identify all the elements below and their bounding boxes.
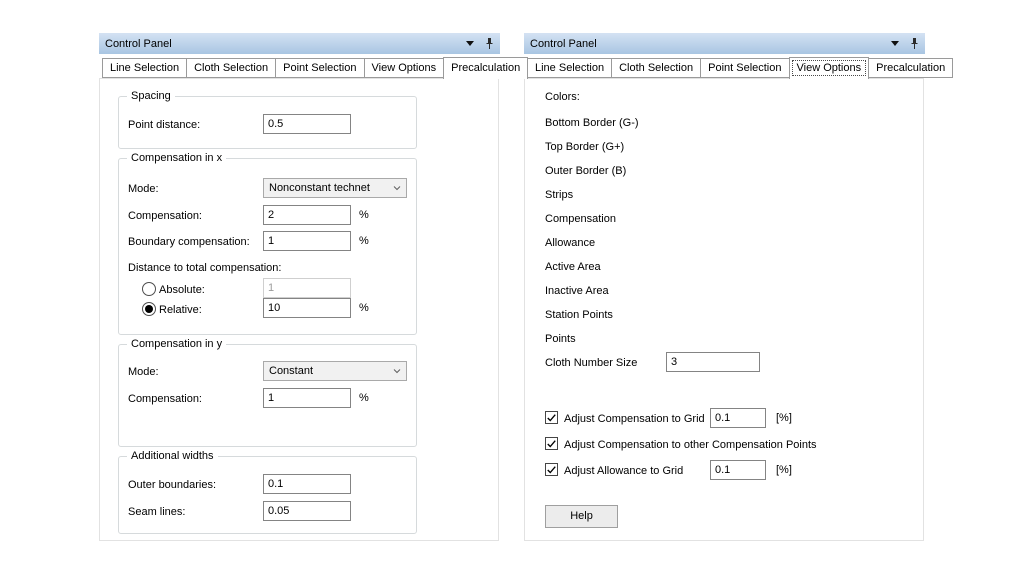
adjust-compensation-to-grid-label: Adjust Compensation to Grid	[564, 412, 705, 426]
panel-title: Control Panel	[105, 38, 466, 50]
adjust-compensation-to-other-points-checkbox[interactable]	[545, 437, 558, 450]
colors-heading: Colors:	[545, 90, 580, 104]
seam-lines-label: Seam lines:	[128, 505, 185, 519]
percent-bracket-unit: [%]	[776, 412, 792, 424]
pin-icon[interactable]	[910, 37, 919, 50]
percent-unit: %	[359, 235, 369, 247]
color-label: Top Border (G+)	[545, 140, 624, 154]
check-icon	[546, 465, 557, 475]
tab-point-selection[interactable]: Point Selection	[275, 58, 364, 78]
check-icon	[546, 439, 557, 449]
color-label: Outer Border (B)	[545, 164, 626, 178]
color-label: Station Points	[545, 308, 613, 322]
adjust-allowance-to-grid-checkbox[interactable]	[545, 463, 558, 476]
cloth-number-size-input[interactable]	[666, 352, 760, 372]
percent-unit: %	[359, 302, 369, 314]
color-label: Compensation	[545, 212, 616, 226]
absolute-label: Absolute:	[159, 283, 205, 297]
adjust-compensation-to-other-points-label: Adjust Compensation to other Compensatio…	[564, 438, 817, 452]
tab-strip: Line Selection Cloth Selection Point Sel…	[527, 56, 952, 78]
tab-view-options[interactable]: View Options	[789, 57, 870, 79]
additional-widths-group: Additional widths	[118, 456, 417, 534]
compensation-y-input[interactable]	[263, 388, 351, 408]
tab-cloth-selection[interactable]: Cloth Selection	[186, 58, 276, 78]
tab-cloth-selection[interactable]: Cloth Selection	[611, 58, 701, 78]
control-panel-left: Control Panel Line Selection Cloth Selec…	[99, 33, 500, 541]
group-title: Spacing	[127, 89, 175, 103]
outer-boundaries-label: Outer boundaries:	[128, 478, 216, 492]
percent-bracket-unit: [%]	[776, 464, 792, 476]
cloth-number-size-label: Cloth Number Size	[545, 356, 637, 370]
relative-label: Relative:	[159, 303, 202, 317]
tab-precalculation[interactable]: Precalculation	[443, 57, 528, 79]
chevron-down-icon	[393, 186, 401, 191]
boundary-compensation-label: Boundary compensation:	[128, 235, 250, 249]
pin-icon[interactable]	[485, 37, 494, 50]
compensation-x-input[interactable]	[263, 205, 351, 225]
boundary-compensation-input[interactable]	[263, 231, 351, 251]
color-label: Points	[545, 332, 576, 346]
tab-line-selection[interactable]: Line Selection	[102, 58, 187, 78]
mode-y-label: Mode:	[128, 365, 159, 379]
help-button[interactable]: Help	[545, 505, 618, 528]
relative-radio[interactable]	[142, 302, 156, 316]
absolute-input	[263, 278, 351, 298]
color-label: Strips	[545, 188, 573, 202]
percent-unit: %	[359, 209, 369, 221]
compensation-x-label: Compensation:	[128, 209, 202, 223]
percent-unit: %	[359, 392, 369, 404]
point-distance-input[interactable]	[263, 114, 351, 134]
tab-strip: Line Selection Cloth Selection Point Sel…	[102, 56, 527, 78]
tab-precalculation[interactable]: Precalculation	[868, 58, 953, 78]
color-label: Bottom Border (G-)	[545, 116, 639, 130]
titlebar: Control Panel	[99, 33, 500, 54]
mode-x-select[interactable]: Nonconstant technet	[263, 178, 407, 198]
tab-point-selection[interactable]: Point Selection	[700, 58, 789, 78]
panel-title: Control Panel	[530, 38, 891, 50]
dropdown-arrow-icon[interactable]	[891, 41, 899, 46]
group-title: Compensation in y	[127, 337, 226, 351]
distance-total-compensation-label: Distance to total compensation:	[128, 261, 281, 275]
color-label: Inactive Area	[545, 284, 609, 298]
dropdown-arrow-icon[interactable]	[466, 41, 474, 46]
mode-y-select[interactable]: Constant	[263, 361, 407, 381]
chevron-down-icon	[393, 369, 401, 374]
point-distance-label: Point distance:	[128, 118, 200, 132]
group-title: Additional widths	[127, 449, 218, 463]
check-icon	[546, 413, 557, 423]
adjust-allowance-to-grid-input[interactable]	[710, 460, 766, 480]
mode-x-label: Mode:	[128, 182, 159, 196]
tab-view-options[interactable]: View Options	[364, 58, 445, 78]
compensation-y-label: Compensation:	[128, 392, 202, 406]
group-title: Compensation in x	[127, 151, 226, 165]
adjust-compensation-to-grid-input[interactable]	[710, 408, 766, 428]
seam-lines-input[interactable]	[263, 501, 351, 521]
absolute-radio[interactable]	[142, 282, 156, 296]
outer-boundaries-input[interactable]	[263, 474, 351, 494]
control-panel-right: Control Panel Line Selection Cloth Selec…	[524, 33, 925, 541]
tab-line-selection[interactable]: Line Selection	[527, 58, 612, 78]
color-label: Allowance	[545, 236, 595, 250]
adjust-compensation-to-grid-checkbox[interactable]	[545, 411, 558, 424]
color-label: Active Area	[545, 260, 601, 274]
relative-input[interactable]	[263, 298, 351, 318]
radio-dot	[145, 305, 153, 313]
adjust-allowance-to-grid-label: Adjust Allowance to Grid	[564, 464, 683, 478]
titlebar: Control Panel	[524, 33, 925, 54]
